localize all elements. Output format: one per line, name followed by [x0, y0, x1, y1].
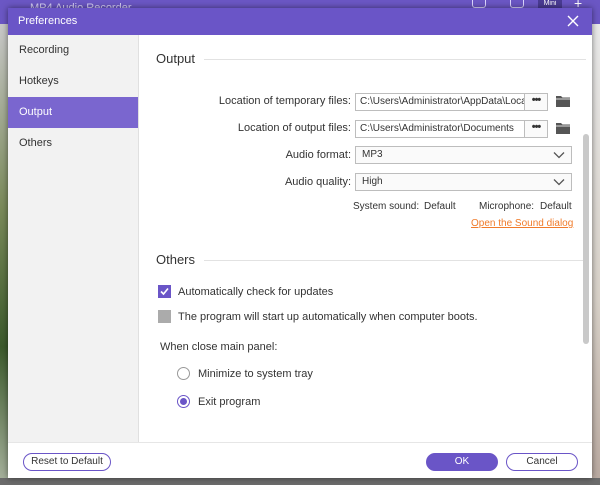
temp-files-folder-icon[interactable] [555, 94, 571, 111]
divider [204, 260, 586, 261]
audio-quality-label: Audio quality: [284, 176, 351, 188]
screen-icon[interactable] [472, 0, 486, 8]
scrollbar[interactable] [583, 134, 589, 344]
divider [204, 59, 586, 60]
chevron-down-icon [553, 151, 565, 162]
background-app-left-edge [0, 24, 8, 485]
sidebar-item-others[interactable]: Others [8, 128, 138, 159]
others-section-header: Others [156, 252, 586, 268]
sidebar: Recording Hotkeys Output Others [8, 35, 139, 442]
mini-mode-button[interactable]: Mini [538, 0, 562, 8]
exit-program-label: Exit program [198, 396, 261, 408]
close-panel-label: When close main panel: [160, 341, 278, 353]
dialog-footer: Reset to Default OK Cancel [8, 442, 592, 478]
minimize-label: Minimize to system tray [198, 368, 313, 380]
auto-update-label: Automatically check for updates [178, 286, 334, 298]
sidebar-item-recording[interactable]: Recording [8, 35, 138, 66]
audio-format-select[interactable]: MP3 [355, 146, 572, 164]
system-sound-label: System sound: [353, 201, 420, 212]
cancel-button[interactable]: Cancel [506, 453, 578, 471]
dialog-titlebar: Preferences [8, 8, 592, 35]
others-heading: Others [156, 252, 196, 267]
temp-files-label: Location of temporary files: [218, 95, 351, 107]
system-sound-value: Default [424, 201, 456, 212]
output-files-path-field[interactable]: C:\Users\Administrator\Documents [355, 120, 548, 138]
auto-start-label: The program will start up automatically … [178, 311, 478, 323]
audio-format-label: Audio format: [285, 149, 351, 161]
audio-quality-select[interactable]: High [355, 173, 572, 191]
temp-files-path-field[interactable]: C:\Users\Administrator\AppData\Local [355, 93, 548, 111]
output-section-header: Output [156, 51, 586, 67]
auto-update-checkbox[interactable] [158, 285, 171, 298]
sidebar-item-hotkeys[interactable]: Hotkeys [8, 66, 138, 97]
microphone-label: Microphone: [479, 201, 535, 212]
audio-format-value: MP3 [362, 149, 383, 160]
audio-quality-value: High [362, 176, 383, 187]
close-icon[interactable] [564, 12, 582, 30]
sidebar-item-output[interactable]: Output [8, 97, 138, 128]
output-heading: Output [156, 51, 196, 66]
output-files-label: Location of output files: [237, 122, 351, 134]
chevron-down-icon [553, 178, 565, 189]
preferences-dialog: Preferences Recording Hotkeys Output Oth… [8, 8, 592, 478]
settings-content: Output Location of temporary files: C:\U… [139, 35, 592, 442]
output-files-folder-icon[interactable] [555, 121, 571, 138]
microphone-value: Default [540, 201, 572, 212]
open-sound-dialog-link[interactable]: Open the Sound dialog [471, 218, 573, 229]
exit-program-radio[interactable] [177, 395, 190, 408]
output-files-browse-button[interactable]: ••• [524, 120, 548, 138]
minimize-radio[interactable] [177, 367, 190, 380]
background-app-right-edge [592, 24, 600, 485]
reset-to-default-button[interactable]: Reset to Default [23, 453, 111, 471]
ok-button[interactable]: OK [426, 453, 498, 471]
background-app-bottom-edge [0, 478, 600, 485]
auto-start-checkbox[interactable] [158, 310, 171, 323]
temp-files-browse-button[interactable]: ••• [524, 93, 548, 111]
dialog-title: Preferences [18, 15, 78, 27]
minimize-icon[interactable] [510, 0, 524, 8]
